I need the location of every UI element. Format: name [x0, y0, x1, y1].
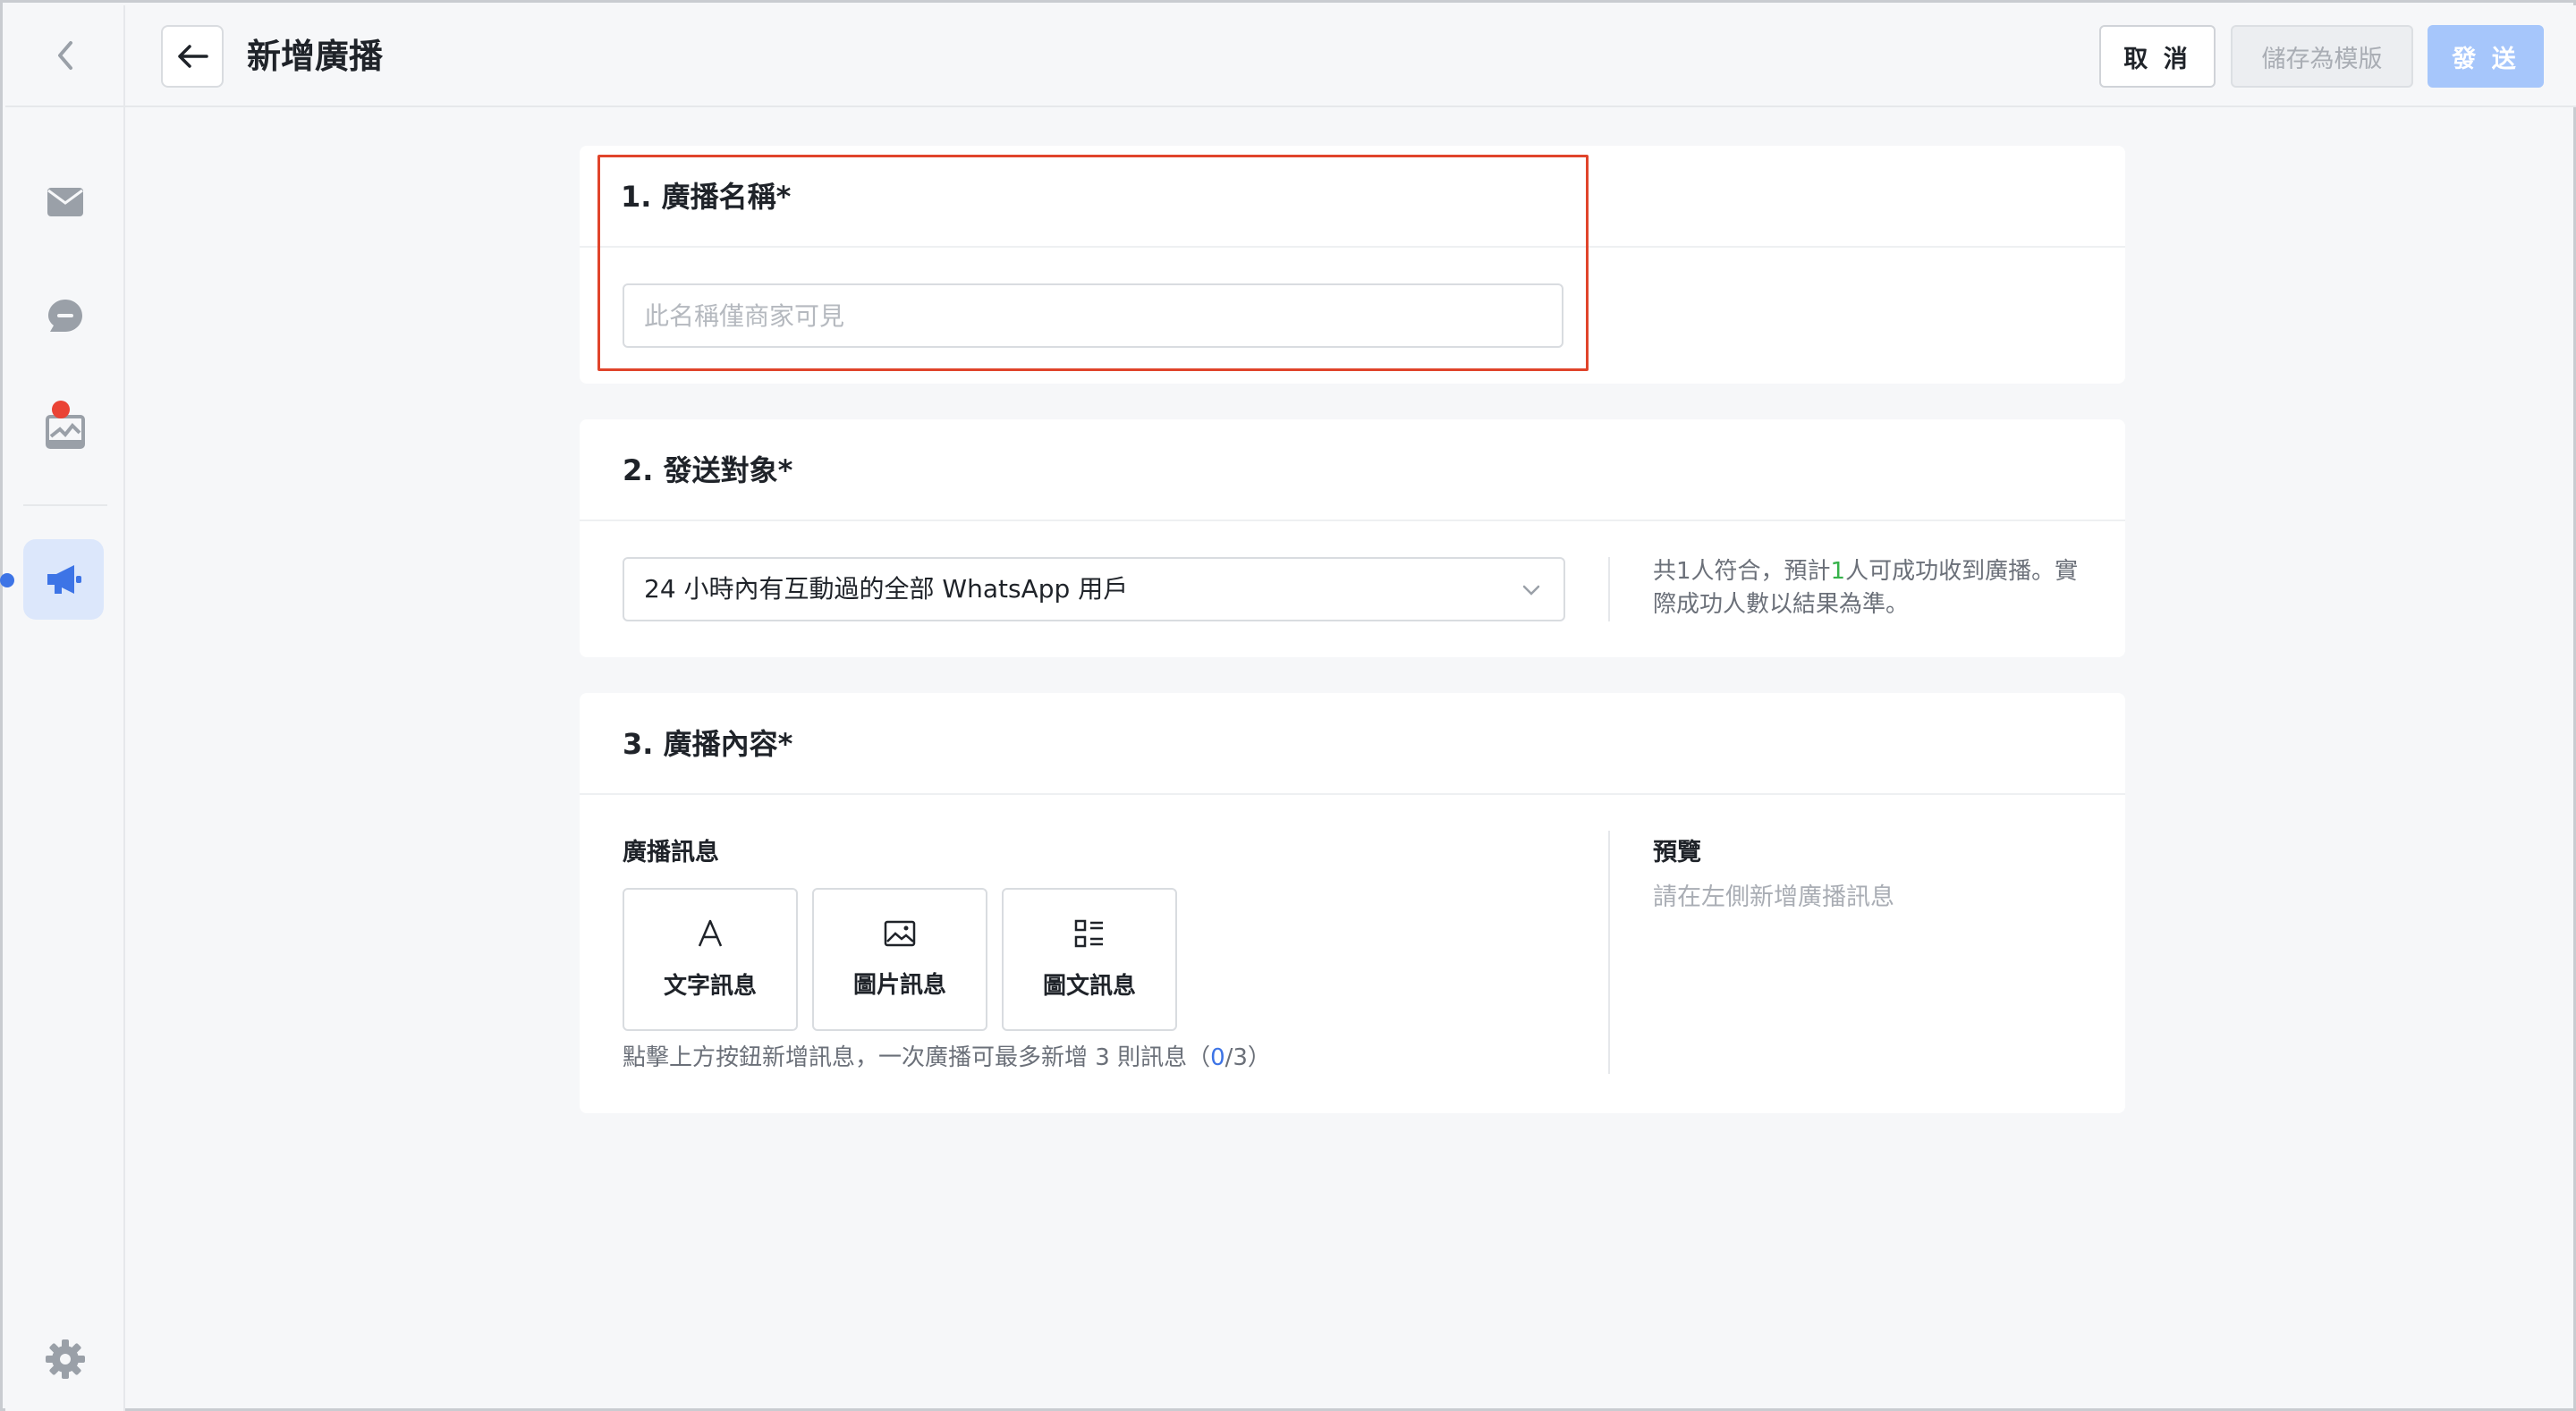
send-button[interactable]: 發 送	[2428, 25, 2544, 88]
back-button[interactable]	[161, 25, 224, 88]
app-window: 新增廣播 取 消 儲存為模版 發 送 1. 廣播名稱* 2. 發送對象* 24 …	[0, 0, 2576, 1411]
page-title: 新增廣播	[247, 37, 384, 76]
arrow-left-icon	[178, 45, 208, 68]
image-icon	[884, 920, 916, 946]
broadcast-name-card: 1. 廣播名稱*	[580, 146, 2125, 384]
audience-selected-value: 24 小時內有互動過的全部 WhatsApp 用戶	[644, 574, 1129, 604]
audience-estimate-note: 共1人符合，預計1人可成功收到廣播。實 際成功人數以結果為準。	[1653, 555, 2100, 621]
section-title: 1. 廣播名稱*	[621, 180, 792, 214]
message-limit-hint: 點擊上方按鈕新增訊息，一次廣播可最多新增 3 則訊息（0/3）	[623, 1042, 1271, 1075]
hint-prefix: 點擊上方按鈕新增訊息，一次廣播可最多新增 3 則訊息（	[623, 1044, 1211, 1071]
gear-icon	[46, 1339, 85, 1379]
chevron-left-icon	[58, 41, 72, 70]
mail-icon	[47, 188, 83, 216]
sidebar-item-broadcast[interactable]	[23, 539, 104, 620]
note-line2: 際成功人數以結果為準。	[1653, 591, 1910, 618]
button-label: 圖片訊息	[852, 971, 946, 999]
note-count: 1	[1830, 558, 1846, 585]
sidebar-collapse-button[interactable]	[5, 5, 125, 107]
save-template-button[interactable]: 儲存為模版	[2231, 25, 2413, 88]
card-header: 2. 發送對象*	[580, 419, 2125, 521]
vertical-divider	[1608, 557, 1610, 621]
sidebar	[0, 5, 125, 1411]
card-header: 3. 廣播內容*	[580, 693, 2125, 795]
section-title: 2. 發送對象*	[623, 453, 793, 487]
add-rich-message-button[interactable]: 圖文訊息	[1002, 888, 1177, 1031]
preview-empty-text: 請在左側新增廣播訊息	[1653, 883, 1894, 911]
sidebar-item-inbox[interactable]	[5, 163, 125, 241]
header: 新增廣播 取 消 儲存為模版 發 送	[125, 5, 2576, 107]
sidebar-item-settings[interactable]	[5, 1320, 125, 1398]
notification-dot	[52, 401, 70, 418]
megaphone-icon	[47, 565, 81, 594]
broadcast-name-input[interactable]	[623, 283, 1563, 348]
note-prefix: 共1人符合，預計	[1653, 558, 1831, 585]
section-title: 3. 廣播內容*	[623, 727, 793, 761]
audience-select[interactable]: 24 小時內有互動過的全部 WhatsApp 用戶	[623, 557, 1565, 621]
button-label: 圖文訊息	[1042, 972, 1136, 1000]
sidebar-item-chat[interactable]	[5, 277, 125, 356]
chat-bubble-icon	[48, 300, 82, 332]
vertical-divider	[1608, 831, 1610, 1074]
cancel-button[interactable]: 取 消	[2099, 25, 2216, 88]
hint-suffix: /3）	[1224, 1044, 1271, 1071]
hint-current: 0	[1210, 1044, 1225, 1071]
sidebar-divider	[23, 504, 107, 506]
text-a-icon	[698, 919, 723, 946]
add-text-message-button[interactable]: 文字訊息	[623, 888, 798, 1031]
chevron-down-icon	[1522, 585, 1540, 596]
active-indicator	[0, 573, 14, 587]
button-label: 文字訊息	[663, 972, 757, 1000]
audience-card: 2. 發送對象* 24 小時內有互動過的全部 WhatsApp 用戶 共1人符合…	[580, 419, 2125, 657]
note-suffix: 人可成功收到廣播。實	[1845, 558, 2079, 585]
preview-heading: 預覽	[1653, 839, 1701, 866]
messages-heading: 廣播訊息	[623, 839, 719, 866]
add-image-message-button[interactable]: 圖片訊息	[812, 888, 987, 1031]
list-layout-icon	[1074, 919, 1103, 947]
card-header: 1. 廣播名稱*	[580, 146, 2125, 248]
